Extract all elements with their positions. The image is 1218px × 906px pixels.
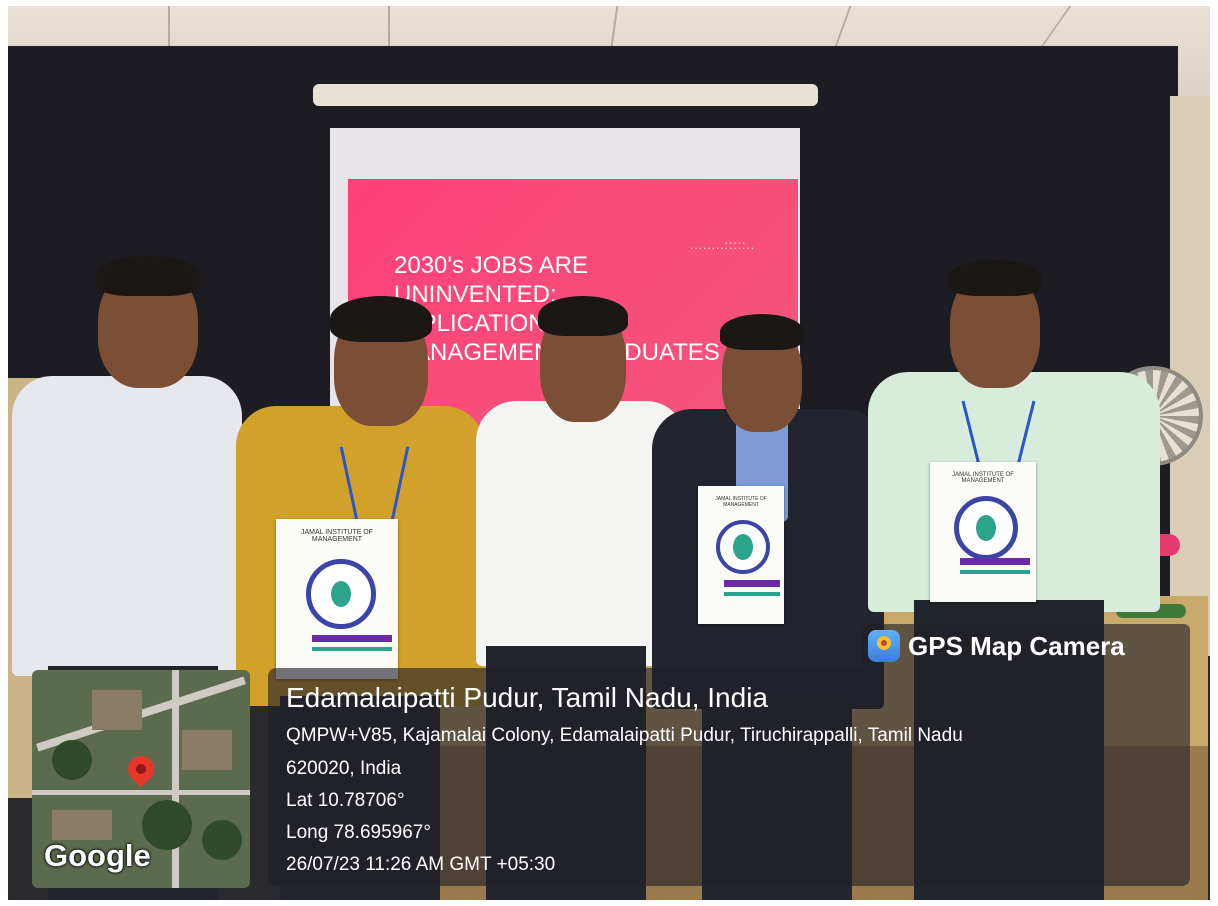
location-longitude: Long 78.695967°	[286, 822, 431, 843]
brochure-title: JAMAL INSTITUTE OF MANAGEMENT	[300, 529, 374, 543]
gps-badge-label: GPS Map Camera	[908, 631, 1125, 661]
brochure-3: JAMAL INSTITUTE OF MANAGEMENT	[930, 462, 1036, 602]
location-address-line2: 620020, India	[286, 758, 402, 779]
map-location-pin-icon	[122, 750, 160, 788]
brochure-1: JAMAL INSTITUTE OF MANAGEMENT	[276, 519, 398, 679]
projector-screen-roller	[313, 84, 818, 106]
location-info-panel: Edamalaipatti Pudur, Tamil Nadu, India Q…	[268, 668, 1190, 886]
brochure-logo	[954, 496, 1018, 560]
google-logo: Google	[44, 838, 151, 873]
location-place: Edamalaipatti Pudur, Tamil Nadu, India	[286, 682, 768, 713]
map-pin-icon	[868, 630, 900, 662]
location-latitude: Lat 10.78706°	[286, 790, 405, 811]
brochure-title: JAMAL INSTITUTE OF MANAGEMENT	[715, 496, 767, 508]
brochure-2: JAMAL INSTITUTE OF MANAGEMENT	[698, 486, 784, 624]
gps-map-camera-badge: GPS Map Camera	[862, 624, 1190, 668]
location-map-thumbnail: Google	[32, 670, 250, 888]
brochure-logo	[306, 559, 376, 629]
location-address-line1: QMPW+V85, Kajamalai Colony, Edamalaipatt…	[286, 725, 963, 746]
brochure-logo	[716, 520, 770, 574]
slide-dots: ........:::::..	[690, 238, 756, 252]
brochure-title: JAMAL INSTITUTE OF MANAGEMENT	[952, 472, 1014, 484]
location-timestamp: 26/07/23 11:26 AM GMT +05:30	[286, 854, 556, 875]
